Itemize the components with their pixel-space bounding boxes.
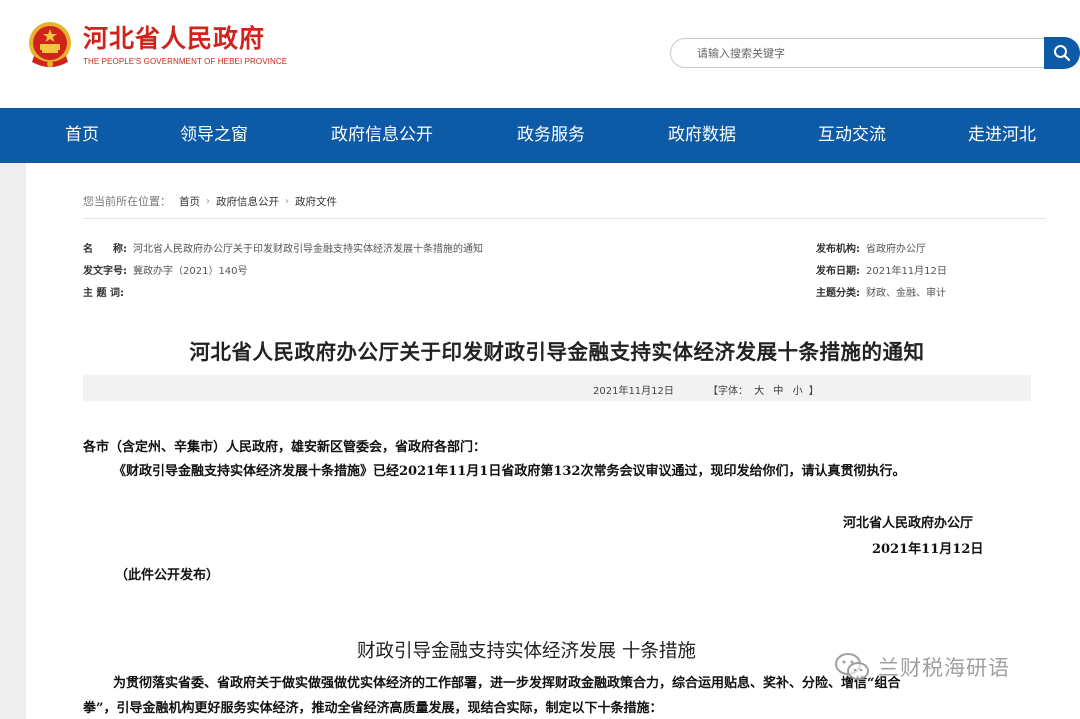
document-info-bar: 2021年11月12日 【字体： 大 中 小 】 [83, 375, 1031, 401]
meta-name: 名 称: 河北省人民政府办公厅关于印发财政引导金融支持实体经济发展十条措施的通知 [83, 240, 483, 255]
meta-date-value: 2021年11月12日 [866, 266, 947, 277]
watermark-text: 兰财税海研语 [878, 656, 1010, 680]
search-icon [1054, 45, 1071, 62]
nav-item-data[interactable]: 政府数据 [668, 108, 736, 163]
meta-issuer-value: 省政府办公厅 [866, 244, 926, 255]
breadcrumb-gov-docs[interactable]: 政府文件 [295, 194, 337, 209]
meta-doc-no: 发文字号: 冀政办字（2021）140号 [83, 262, 248, 277]
meta-name-label: 名 称: [83, 244, 127, 255]
meta-category: 主题分类: 财政、金融、审计 [816, 284, 946, 299]
intro-line-1: 为贯彻落实省委、省政府关于做实做强做优实体经济的工作部署，进一步发挥财政金融政策… [113, 676, 901, 691]
site-logo[interactable]: 河北省人民政府 THE PEOPLE'S GOVERNMENT OF HEBEI… [26, 20, 287, 70]
breadcrumb-home[interactable]: 首页 [179, 194, 200, 209]
meta-keywords: 主 题 词: [83, 284, 130, 299]
side-strip [0, 163, 26, 719]
font-medium-button[interactable]: 中 [773, 386, 783, 397]
addressees: 各市（含定州、辛集市）人民政府，雄安新区管委会，省政府各部门： [83, 440, 487, 455]
main-nav: 首页 领导之窗 政府信息公开 政务服务 政府数据 互动交流 走进河北 [0, 108, 1080, 163]
nav-item-gov-info[interactable]: 政府信息公开 [331, 108, 433, 163]
breadcrumb: 您当前所在位置： 首页 › 政府信息公开 › 政府文件 [83, 193, 337, 209]
national-emblem-icon [26, 20, 74, 70]
nav-item-interaction[interactable]: 互动交流 [818, 108, 886, 163]
sign-date: 2021年11月12日 [872, 542, 984, 557]
meta-keywords-label: 主 题 词: [83, 288, 124, 299]
nav-item-about-hebei[interactable]: 走进河北 [968, 108, 1036, 163]
watermark: 兰财税海研语 [834, 652, 1010, 682]
search-button[interactable] [1044, 37, 1080, 69]
search-input[interactable] [671, 39, 1044, 67]
breadcrumb-separator-icon: › [285, 195, 289, 207]
meta-doc-no-value: 冀政办字（2021）140号 [133, 266, 248, 277]
intro-line-2: 拳”，引导金融机构更好服务实体经济，推动全省经济高质量发展，现结合实际，制定以下… [83, 701, 663, 716]
wechat-icon [835, 653, 869, 680]
nav-item-home[interactable]: 首页 [65, 108, 99, 163]
nav-item-leaders[interactable]: 领导之窗 [180, 108, 248, 163]
section-title: 财政引导金融支持实体经济发展 十条措施 [357, 641, 696, 662]
font-large-button[interactable]: 大 [754, 386, 764, 397]
publish-date: 2021年11月12日 [593, 386, 674, 397]
paragraph-1: 《财政引导金融支持实体经济发展十条措施》已经2021年11月1日省政府第132次… [113, 464, 906, 479]
breadcrumb-gov-info[interactable]: 政府信息公开 [216, 194, 279, 209]
font-size-close: 】 [808, 386, 819, 397]
breadcrumb-prefix: 您当前所在位置： [83, 195, 171, 208]
meta-date: 发布日期: 2021年11月12日 [816, 262, 947, 277]
search-field[interactable] [670, 38, 1045, 68]
breadcrumb-separator-icon: › [206, 195, 210, 207]
meta-issuer-label: 发布机构: [816, 244, 860, 255]
font-small-button[interactable]: 小 [793, 386, 803, 397]
font-size-controls: 【字体： 大 中 小 】 [708, 382, 819, 397]
font-size-label: 【字体： [708, 386, 748, 397]
meta-issuer: 发布机构: 省政府办公厅 [816, 240, 926, 255]
document-title: 河北省人民政府办公厅关于印发财政引导金融支持实体经济发展十条措施的通知 [189, 340, 925, 364]
meta-doc-no-label: 发文字号: [83, 266, 127, 277]
site-name: 河北省人民政府 [83, 24, 266, 53]
meta-category-value: 财政、金融、审计 [866, 288, 946, 299]
public-note: （此件公开发布） [115, 568, 220, 583]
divider [83, 218, 1046, 219]
signature: 河北省人民政府办公厅 [843, 516, 974, 531]
meta-name-value: 河北省人民政府办公厅关于印发财政引导金融支持实体经济发展十条措施的通知 [133, 244, 483, 255]
site-header: 河北省人民政府 THE PEOPLE'S GOVERNMENT OF HEBEI… [0, 0, 1080, 108]
site-name-english: THE PEOPLE'S GOVERNMENT OF HEBEI PROVINC… [83, 57, 288, 66]
meta-date-label: 发布日期: [816, 266, 860, 277]
meta-category-label: 主题分类: [816, 288, 860, 299]
nav-item-services[interactable]: 政务服务 [517, 108, 585, 163]
